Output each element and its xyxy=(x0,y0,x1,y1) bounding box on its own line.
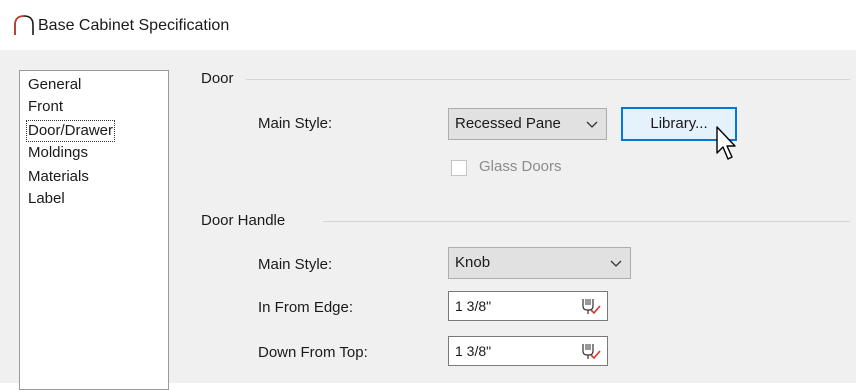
title-bar: Base Cabinet Specification xyxy=(0,0,856,50)
door-group-title: Door xyxy=(201,70,234,87)
glass-doors-checkbox[interactable] xyxy=(451,160,467,176)
down-from-top-label: Down From Top: xyxy=(258,344,368,361)
door-main-style-dropdown[interactable]: Recessed Pane xyxy=(448,108,607,140)
edit-value-icon[interactable] xyxy=(579,296,601,316)
chevron-down-icon xyxy=(610,260,622,267)
handle-main-style-label: Main Style: xyxy=(258,256,333,273)
edit-value-icon[interactable] xyxy=(579,341,601,361)
door-handle-group-divider xyxy=(323,221,850,222)
chevron-down-icon xyxy=(586,121,598,128)
door-main-style-value: Recessed Pane xyxy=(455,115,561,132)
mouse-pointer-icon xyxy=(716,126,736,160)
door-handle-group-title: Door Handle xyxy=(201,212,286,229)
in-from-edge-value: 1 3/8" xyxy=(455,298,492,314)
cabinet-arch-icon xyxy=(14,15,34,35)
dialog-body: General Front Door/Drawer Moldings Mater… xyxy=(0,50,856,390)
handle-main-style-value: Knob xyxy=(455,254,491,271)
down-from-top-field[interactable]: 1 3/8" xyxy=(448,336,608,366)
sidebar-item-front[interactable]: Front xyxy=(26,96,65,118)
sidebar-item-materials[interactable]: Materials xyxy=(26,166,91,188)
in-from-edge-field[interactable]: 1 3/8" xyxy=(448,291,608,321)
down-from-top-value: 1 3/8" xyxy=(455,343,492,359)
sidebar-item-general[interactable]: General xyxy=(26,74,83,96)
sidebar-item-label[interactable]: Label xyxy=(26,188,67,210)
door-main-style-label: Main Style: xyxy=(258,115,333,132)
door-group-divider xyxy=(246,79,850,80)
handle-main-style-dropdown[interactable]: Knob xyxy=(448,247,631,279)
glass-doors-label: Glass Doors xyxy=(479,158,562,175)
sidebar-item-moldings[interactable]: Moldings xyxy=(26,142,90,164)
sidebar-item-door-drawer[interactable]: Door/Drawer xyxy=(26,120,116,142)
in-from-edge-label: In From Edge: xyxy=(258,299,354,316)
window-title: Base Cabinet Specification xyxy=(38,17,230,34)
category-list[interactable]: General Front Door/Drawer Moldings Mater… xyxy=(19,70,169,390)
